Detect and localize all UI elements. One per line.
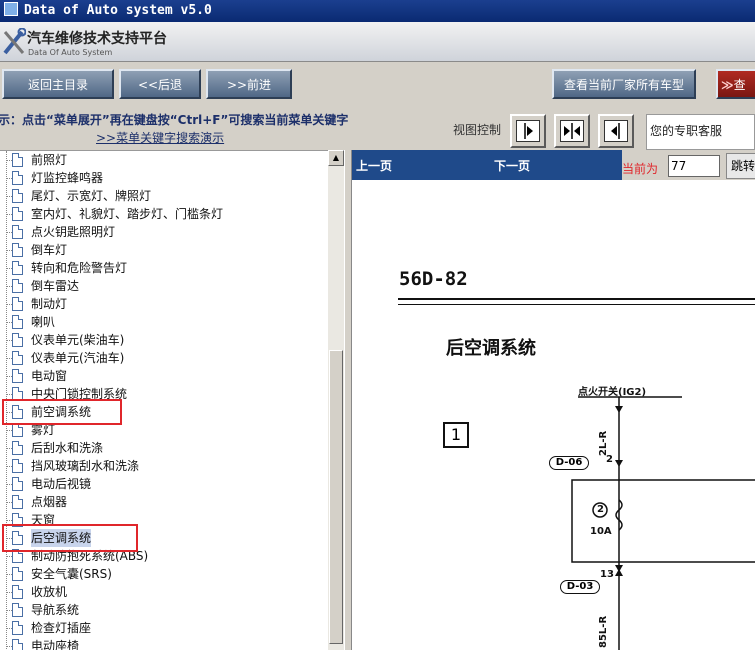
arrow-left-icon: [604, 120, 628, 142]
pin-2: 13: [600, 569, 614, 580]
brand-bar: 汽车维修技术支持平台 Data Of Auto System: [0, 22, 755, 62]
document-icon: [12, 297, 23, 311]
tree-item[interactable]: 倒车灯: [0, 241, 328, 259]
double-chevron-icon: ≫: [721, 78, 734, 92]
document-icon: [12, 207, 23, 221]
viewer-header: 上一页 下一页 当前为 跳转: [352, 150, 755, 180]
page-jump: 当前为 跳转: [622, 150, 755, 180]
tree-item[interactable]: 转向和危险警告灯: [0, 259, 328, 277]
document-icon: [12, 333, 23, 347]
search-demo-link[interactable]: >>菜单关键字搜索演示: [96, 129, 224, 146]
document-icon: [12, 243, 23, 257]
document-icon: [12, 171, 23, 185]
search-button[interactable]: ≫查: [716, 69, 755, 99]
tree-item[interactable]: 点烟器: [0, 493, 328, 511]
document-icon: [12, 585, 23, 599]
view-control-label: 视图控制: [453, 123, 502, 137]
tree-item[interactable]: 电动座椅: [0, 637, 328, 650]
tree-item[interactable]: 检查灯插座: [0, 619, 328, 637]
view-split-button[interactable]: [554, 114, 590, 148]
back-to-main-button[interactable]: 返回主目录: [2, 69, 114, 99]
tree-item[interactable]: 制动灯: [0, 295, 328, 313]
scroll-up-arrow-icon[interactable]: ▲: [328, 150, 344, 166]
tree-item[interactable]: 收放机: [0, 583, 328, 601]
menu-tree: 前照灯 灯监控蜂鸣器 尾灯、示宽灯、牌照灯 室内灯、礼貌灯、踏步灯、门槛条灯 点…: [0, 150, 328, 650]
tree-item[interactable]: 电动后视镜: [0, 475, 328, 493]
back-button[interactable]: <<后退: [119, 69, 201, 99]
document-icon: [12, 189, 23, 203]
view-expand-right-button[interactable]: [510, 114, 546, 148]
document-icon: [12, 477, 23, 491]
document-icon: [12, 351, 23, 365]
tree-item[interactable]: 点火钥匙照明灯: [0, 223, 328, 241]
wiring-diagram: [571, 396, 755, 650]
tree-item[interactable]: 电动窗: [0, 367, 328, 385]
document-icon: [12, 153, 23, 167]
pin-1: 2: [606, 454, 613, 465]
document-icon: [12, 369, 23, 383]
next-page-link[interactable]: 下一页: [494, 157, 530, 174]
tree-item[interactable]: 灯监控蜂鸣器: [0, 169, 328, 187]
brand-title-cn: 汽车维修技术支持平台: [27, 31, 167, 47]
wrench-screwdriver-icon: [3, 28, 26, 55]
tree-item[interactable]: 安全气囊(SRS): [0, 565, 328, 583]
tree-item[interactable]: 室内灯、礼貌灯、踏步灯、门槛条灯: [0, 205, 328, 223]
tree-item[interactable]: 后刮水和洗涤: [0, 439, 328, 457]
document-icon: [12, 603, 23, 617]
tree-item[interactable]: 倒车雷达: [0, 277, 328, 295]
connector-1: D-06: [549, 456, 589, 470]
document-icon: [12, 639, 23, 650]
page-number-input[interactable]: [668, 155, 720, 177]
wire-label-1: 2L-R: [598, 430, 609, 456]
app-icon: [4, 2, 18, 16]
wire-label-2: 85L-R: [598, 615, 609, 648]
current-page-label: 当前为: [622, 162, 659, 176]
connector-2: D-03: [560, 580, 600, 594]
document-page: 56D-82 后空调系统 1 点火开关(IG2) 2L-R D-06 2 2 1…: [352, 180, 755, 650]
highlight-box-rear-ac: [2, 524, 138, 552]
tree-item[interactable]: 前照灯: [0, 151, 328, 169]
document-icon: [12, 495, 23, 509]
forward-button[interactable]: >>前进: [206, 69, 292, 99]
hint-bar: 提示：点击“菜单展开”再在键盘按“Ctrl+F”可搜索当前菜单关键字 >>菜单关…: [0, 106, 755, 150]
arrow-right-icon: [516, 120, 540, 142]
document-icon: [12, 315, 23, 329]
window-title: Data of Auto system v5.0: [24, 3, 212, 18]
document-icon: [12, 441, 23, 455]
pane-splitter[interactable]: [344, 150, 352, 650]
prev-page-link[interactable]: 上一页: [356, 157, 392, 174]
document-icon: [12, 459, 23, 473]
document-icon: [12, 261, 23, 275]
document-icon: [12, 567, 23, 581]
customer-service-panel[interactable]: 您的专职客服: [646, 114, 755, 150]
search-button-label: 查: [733, 78, 746, 92]
go-button[interactable]: 跳转: [726, 153, 755, 179]
view-all-models-button[interactable]: 查看当前厂家所有车型: [552, 69, 696, 99]
tree-scrollbar[interactable]: ▲: [328, 150, 344, 650]
tree-item[interactable]: 尾灯、示宽灯、牌照灯: [0, 187, 328, 205]
hint-text: 提示：点击“菜单展开”再在键盘按“Ctrl+F”可搜索当前菜单关键字: [0, 113, 349, 127]
document-icon: [12, 423, 23, 437]
document-icon: [12, 621, 23, 635]
tree-item[interactable]: 仪表单元(汽油车): [0, 349, 328, 367]
scroll-thumb[interactable]: [329, 350, 343, 644]
tree-item[interactable]: 挡风玻璃刮水和洗涤: [0, 457, 328, 475]
document-icon: [12, 279, 23, 293]
tree-item[interactable]: 仪表单元(柴油车): [0, 331, 328, 349]
view-expand-left-button[interactable]: [598, 114, 634, 148]
tree-item[interactable]: 喇叭: [0, 313, 328, 331]
highlight-box-front-ac: [2, 399, 122, 425]
tree-item[interactable]: 导航系统: [0, 601, 328, 619]
fuse-number: 2: [597, 504, 604, 515]
document-icon: [12, 225, 23, 239]
fuse-rating: 10A: [590, 526, 612, 537]
brand-title-en: Data Of Auto System: [28, 48, 113, 57]
split-arrows-icon: [560, 120, 584, 142]
toolbar: 返回主目录 <<后退 >>前进 查看当前厂家所有车型 ≫查: [0, 62, 755, 106]
window-title-bar: Data of Auto system v5.0: [0, 0, 755, 22]
